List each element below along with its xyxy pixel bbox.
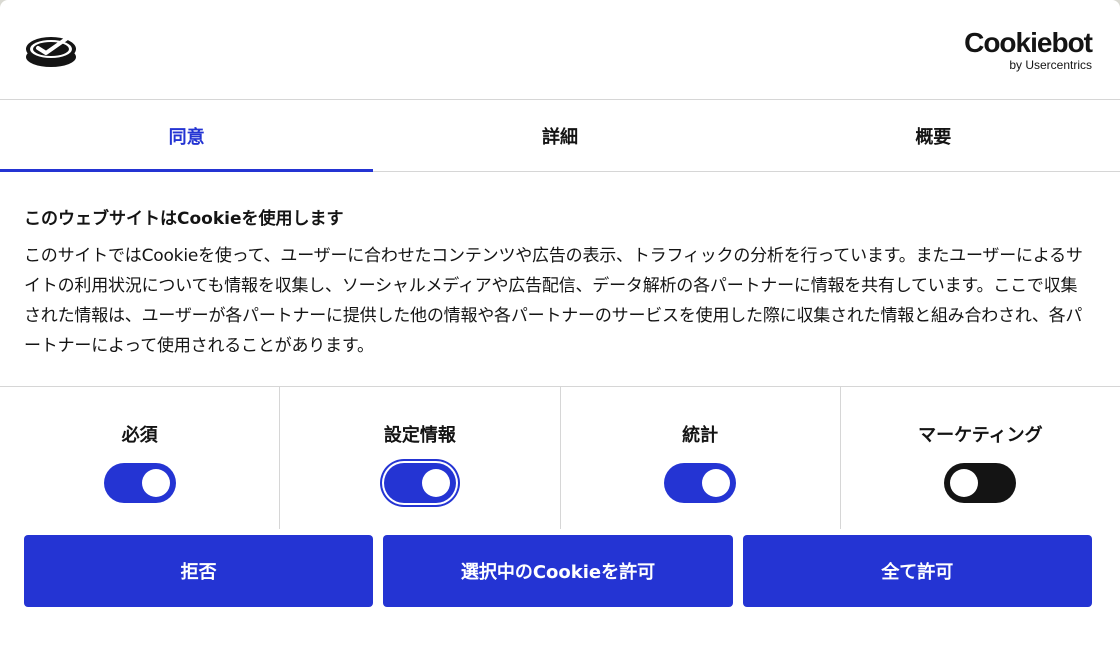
- switch-knob: [421, 469, 450, 497]
- toggle-necessary: 必須: [0, 387, 281, 529]
- tab-consent[interactable]: 同意: [0, 100, 374, 172]
- consent-content: このウェブサイトはCookieを使用します このサイトではCookieを使って、…: [0, 172, 1120, 387]
- statistics-switch[interactable]: [664, 463, 737, 503]
- cookiebot-by-line: by Usercentrics: [1009, 57, 1092, 72]
- toggle-label-necessary: 必須: [121, 425, 158, 446]
- tab-about[interactable]: 概要: [747, 100, 1120, 171]
- toggle-marketing: マーケティング: [841, 387, 1120, 529]
- preferences-switch[interactable]: [383, 463, 456, 503]
- toggle-label-preferences: 設定情報: [383, 425, 456, 446]
- tab-details[interactable]: 詳細: [373, 100, 746, 171]
- switch-knob: [702, 469, 731, 497]
- reject-button[interactable]: 拒否: [24, 535, 374, 607]
- necessary-switch[interactable]: [103, 463, 176, 503]
- cookiebot-name: Cookiebot: [964, 26, 1093, 58]
- toggle-label-statistics: 統計: [682, 425, 719, 446]
- toggle-statistics: 統計: [561, 387, 841, 529]
- marketing-switch[interactable]: [944, 463, 1017, 503]
- cookiebot-logo[interactable]: Cookiebot by Usercentrics: [964, 26, 1093, 72]
- switch-knob: [950, 469, 979, 497]
- allow-all-button[interactable]: 全て許可: [742, 535, 1092, 607]
- tab-bar: 同意 詳細 概要: [0, 100, 1120, 172]
- dialog-header: Cookiebot by Usercentrics: [0, 0, 1120, 100]
- checkmark-disc-icon: [26, 36, 76, 67]
- category-toggles: 必須 設定情報 統計 マーケティング: [0, 387, 1120, 529]
- action-buttons: 拒否 選択中のCookieを許可 全て許可: [0, 529, 1120, 607]
- consent-title: このウェブサイトはCookieを使用します: [24, 209, 344, 229]
- consent-body: このサイトではCookieを使って、ユーザーに合わせたコンテンツや広告の表示、ト…: [24, 246, 1083, 356]
- cookie-consent-dialog: Cookiebot by Usercentrics 同意 詳細 概要 このウェブ…: [0, 0, 1120, 650]
- toggle-label-marketing: マーケティング: [918, 425, 1043, 446]
- switch-knob: [141, 469, 170, 497]
- toggle-preferences: 設定情報: [280, 387, 561, 529]
- allow-selected-button[interactable]: 選択中のCookieを許可: [383, 535, 733, 607]
